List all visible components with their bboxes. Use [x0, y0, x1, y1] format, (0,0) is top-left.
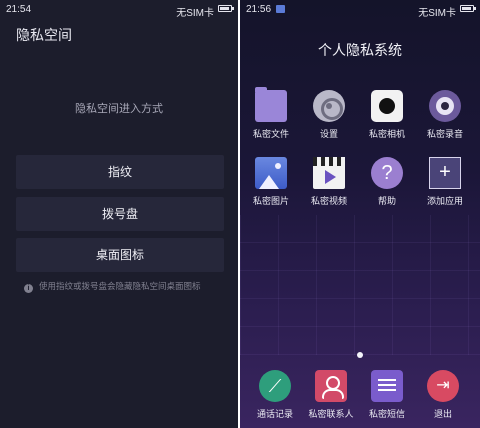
privacy-system-home-screen: 21:56 无SIM卡 个人隐私系统 私密文件 设置 私密相机 私密录音 私密图… — [240, 0, 480, 428]
folder-icon — [255, 87, 287, 122]
app-label: 添加应用 — [426, 196, 463, 206]
gear-icon — [313, 90, 345, 122]
status-time: 21:54 — [6, 4, 32, 15]
status-bar: 21:54 无SIM卡 — [0, 0, 238, 19]
exit-icon: ⇥ — [427, 370, 459, 402]
help-icon: ? — [371, 157, 403, 189]
app-help[interactable]: ? 帮助 — [358, 157, 416, 207]
dock-call-log[interactable]: ⟋ 通话记录 — [245, 370, 305, 420]
dock-private-contacts[interactable]: 私密联系人 — [301, 370, 361, 420]
dock-private-sms[interactable]: 私密短信 — [357, 370, 417, 420]
app-private-photos[interactable]: 私密图片 — [242, 157, 300, 207]
background-grid — [240, 215, 480, 355]
dock-label: 通话记录 — [256, 409, 293, 419]
notification-icon — [276, 5, 285, 13]
add-icon: + — [429, 157, 461, 189]
sim-status: 无SIM卡 — [418, 8, 456, 19]
video-icon — [313, 157, 345, 189]
app-private-recorder[interactable]: 私密录音 — [416, 90, 474, 140]
app-label: 帮助 — [377, 196, 396, 206]
app-label: 私密相机 — [368, 129, 405, 139]
desktop-icon-option-button[interactable]: 桌面图标 — [16, 238, 224, 272]
fingerprint-option-button[interactable]: 指纹 — [16, 155, 224, 189]
photo-icon — [255, 157, 287, 189]
app-label: 设置 — [319, 129, 338, 139]
app-settings[interactable]: 设置 — [300, 90, 358, 140]
app-label: 私密图片 — [252, 196, 289, 206]
sms-icon — [371, 370, 403, 402]
entry-method-subtitle: 隐私空间进入方式 — [75, 103, 163, 115]
contacts-icon — [315, 370, 347, 402]
dock-label: 退出 — [433, 409, 452, 419]
app-label: 私密文件 — [252, 129, 289, 139]
info-text: 使用指纹或拨号盘会隐藏隐私空间桌面图标 — [39, 281, 201, 291]
battery-icon — [460, 5, 476, 12]
phone-icon: ⟋ — [259, 370, 291, 402]
page-indicator-dot — [357, 352, 363, 358]
privacy-space-settings-screen: 21:54 无SIM卡 隐私空间 隐私空间进入方式 指纹 拨号盘 桌面图标 i使… — [0, 0, 238, 428]
sim-status: 无SIM卡 — [176, 8, 214, 19]
dock-label: 私密联系人 — [308, 409, 354, 419]
home-title: 个人隐私系统 — [318, 42, 402, 58]
app-private-videos[interactable]: 私密视频 — [300, 157, 358, 207]
camera-icon — [371, 90, 403, 122]
app-add-app[interactable]: + 添加应用 — [416, 157, 474, 207]
info-icon: i — [24, 284, 33, 293]
app-label: 私密录音 — [426, 129, 463, 139]
battery-icon — [218, 5, 234, 12]
status-time: 21:56 — [246, 4, 272, 15]
app-label: 私密视频 — [310, 196, 347, 206]
app-private-camera[interactable]: 私密相机 — [358, 90, 416, 140]
dialer-option-button[interactable]: 拨号盘 — [16, 197, 224, 231]
app-private-files[interactable]: 私密文件 — [242, 87, 300, 140]
dock-label: 私密短信 — [368, 409, 405, 419]
status-bar: 21:56 无SIM卡 — [240, 0, 480, 19]
recorder-icon — [429, 90, 461, 122]
page-title: 隐私空间 — [16, 27, 72, 43]
info-note: i 使用指纹或拨号盘会隐藏隐私空间桌面图标 — [24, 280, 234, 293]
dock-exit[interactable]: ⇥ 退出 — [413, 370, 473, 420]
